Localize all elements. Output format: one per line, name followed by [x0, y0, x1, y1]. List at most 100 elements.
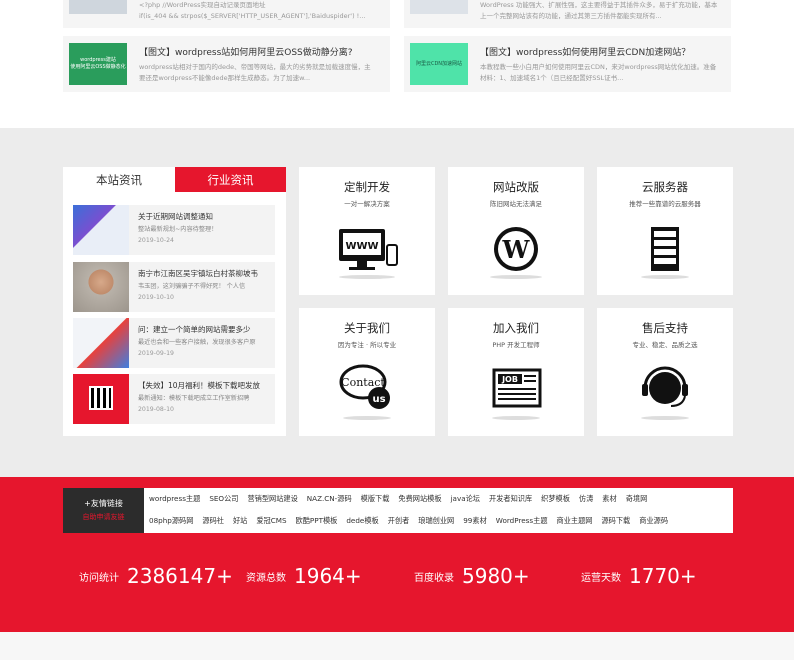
article-thumbnail[interactable] — [69, 0, 127, 14]
service-cloud-server[interactable]: 云服务器 推荐一些靠谱的云服务器 — [597, 167, 733, 295]
friend-link[interactable]: 奇境网 — [626, 494, 648, 503]
article-desc: wordpress站相对于国内的dede、帝国等网站，最大的劣势就是加载速度慢，… — [139, 63, 371, 82]
friend-link[interactable]: NAZ.CN-源码 — [307, 494, 352, 503]
friend-links-row: 08php源码网 源码社 好站 爱冠CMS 欧酷PPT模板 dede模板 开创者 琅瑞创业网 9… — [149, 516, 677, 526]
friend-link[interactable]: 营销型网站建设 — [247, 494, 297, 503]
article-thumbnail[interactable]: wordpress建站 使用阿里云OSS做静态化 — [69, 43, 127, 85]
stat-label: 百度收录 — [414, 572, 454, 584]
friend-link[interactable]: 99素材 — [463, 516, 487, 525]
stat-label: 运营天数 — [581, 572, 621, 584]
news-title[interactable]: 【失效】10月福利！模板下载吧发放 — [138, 380, 270, 391]
friend-link[interactable]: 素材 — [602, 494, 616, 503]
friend-link[interactable]: wordpress主题 — [149, 494, 200, 503]
www-computer-icon: WWW — [339, 229, 398, 279]
news-thumbnail[interactable] — [73, 318, 129, 368]
friend-links: +友情链接 自助申请友链 wordpress主题 SEO公司 营销型网站建设 NAZ.… — [63, 488, 733, 533]
service-subtitle: 陈旧网站无法满足 — [490, 200, 542, 208]
friend-link[interactable]: 08php源码网 — [149, 516, 193, 525]
news-item[interactable]: 【失效】10月福利！模板下载吧发放 最新通知：模板下载吧成立工作室新招聘 201… — [73, 374, 275, 424]
news-thumbnail[interactable] — [73, 262, 129, 312]
page-bottom — [0, 632, 794, 660]
news-desc: 最近也会和一些客户接触，发现很多客户原 — [138, 339, 256, 346]
friend-link[interactable]: 商业主题网 — [557, 516, 593, 525]
stat-label: 访问统计 — [79, 572, 119, 584]
news-date: 2019-09-19 — [138, 350, 174, 357]
stat-value: 5980+ — [462, 564, 530, 588]
wordpress-logo-icon: W — [490, 227, 542, 279]
tab-industry-news[interactable]: 行业资讯 — [175, 167, 286, 192]
friend-link[interactable]: 源码社 — [202, 516, 224, 525]
news-panel: 本站资讯 行业资讯 关于近期网站调整通知 整站最新规划~内容待整理！ 2019-… — [63, 167, 286, 436]
news-desc: 韦玉团，这刘骗骗子不得好死！ 个人信 — [138, 283, 246, 290]
friend-link[interactable]: 仿涛 — [579, 494, 593, 503]
news-date: 2019-10-24 — [138, 237, 174, 244]
service-after-sales[interactable]: 售后支持 专业、稳定、品质之选 — [597, 308, 733, 436]
stat-days: 运营天数 1770+ — [581, 564, 697, 588]
stat-value: 2386147+ — [127, 564, 233, 588]
article-list-section: <?php //WordPress实现自动记录页面地址 if(is_404 &&… — [0, 0, 794, 128]
article-thumbnail[interactable]: 阿里云CDN加速网站 — [410, 43, 468, 85]
friend-link[interactable]: java论坛 — [451, 494, 480, 503]
headset-support-icon — [641, 366, 689, 420]
service-title: 加入我们 — [493, 321, 539, 335]
article-desc: 本教程教一些小白用户如何使用阿里云CDN，来对wordpress网站优化加速。准… — [480, 63, 717, 82]
stat-value: 1770+ — [629, 564, 697, 588]
article-card[interactable]: <?php //WordPress实现自动记录页面地址 if(is_404 &&… — [63, 0, 390, 28]
friend-link[interactable]: 开发者知识库 — [489, 494, 532, 503]
news-item[interactable]: 南宁市江南区吴宇镇坛白村茶柳坡韦 韦玉团，这刘骗骗子不得好死！ 个人信 2019… — [73, 262, 275, 312]
article-title[interactable]: 【图文】wordpress站如何用阿里云OSS做动静分离? — [139, 45, 383, 58]
news-desc: 最新通知：模板下载吧成立工作室新招聘 — [138, 395, 250, 402]
news-thumbnail[interactable] — [73, 205, 129, 255]
article-thumbnail[interactable] — [410, 0, 468, 14]
friend-link[interactable]: 爱冠CMS — [256, 516, 286, 525]
news-date: 2019-10-10 — [138, 294, 174, 301]
friend-link[interactable]: SEO公司 — [209, 494, 238, 503]
news-title[interactable]: 关于近期网站调整通知 — [138, 211, 270, 222]
friend-link[interactable]: 欧酷PPT模板 — [296, 516, 338, 525]
news-thumbnail[interactable] — [73, 374, 129, 424]
svg-text:W: W — [502, 235, 531, 264]
friend-link[interactable]: 琅瑞创业网 — [418, 516, 454, 525]
service-title: 网站改版 — [493, 180, 539, 194]
server-rack-icon — [641, 227, 689, 279]
service-about-us[interactable]: 关于我们 因为专注 · 所以专业 Contact us — [299, 308, 435, 436]
stat-baidu-index: 百度收录 5980+ — [414, 564, 530, 588]
service-custom-dev[interactable]: 定制开发 一对一解决方案 WWW — [299, 167, 435, 295]
stat-value: 1964+ — [294, 564, 362, 588]
svg-text:JOB: JOB — [501, 375, 518, 384]
stat-resources: 资源总数 1964+ — [246, 564, 362, 588]
article-card[interactable]: 阿里云CDN加速网站 【图文】wordpress如何使用阿里云CDN加速网站？ … — [404, 36, 731, 92]
news-item[interactable]: 关于近期网站调整通知 整站最新规划~内容待整理！ 2019-10-24 — [73, 205, 275, 255]
service-subtitle: 推荐一些靠谱的云服务器 — [629, 200, 701, 208]
friend-link[interactable]: 源码下载 — [601, 516, 630, 525]
apply-friend-link[interactable]: 自助申请友链 — [63, 512, 144, 522]
news-date: 2019-08-10 — [138, 406, 174, 413]
service-join-us[interactable]: 加入我们 PHP 开发工程师 JOB — [448, 308, 584, 436]
job-newspaper-icon: JOB — [492, 368, 542, 420]
article-title[interactable]: 【图文】wordpress如何使用阿里云CDN加速网站？ — [480, 45, 724, 58]
news-title[interactable]: 问：建立一个简单的网站需要多少 — [138, 324, 270, 335]
friend-link[interactable]: 商业源码 — [639, 516, 668, 525]
friend-link[interactable]: dede模板 — [346, 516, 378, 525]
service-subtitle: 专业、稳定、品质之选 — [632, 341, 698, 349]
article-desc: WordPress 功能强大、扩展性强，这主要得益于其插件众多，易于扩充功能，基… — [480, 1, 718, 20]
news-item[interactable]: 问：建立一个简单的网站需要多少 最近也会和一些客户接触，发现很多客户原 2019… — [73, 318, 275, 368]
friend-link[interactable]: 开创者 — [388, 516, 410, 525]
friend-link[interactable]: 织梦模板 — [541, 494, 570, 503]
service-redesign[interactable]: 网站改版 陈旧网站无法满足 W — [448, 167, 584, 295]
friend-links-row: wordpress主题 SEO公司 营销型网站建设 NAZ.CN-源码 模版下载 免费网站… — [149, 494, 656, 504]
tab-site-news[interactable]: 本站资讯 — [63, 167, 175, 192]
article-card[interactable]: wordpress建站 使用阿里云OSS做静态化 【图文】wordpress站如… — [63, 36, 390, 92]
service-title: 定制开发 — [344, 180, 390, 194]
friend-link[interactable]: 免费网站模板 — [398, 494, 441, 503]
news-title[interactable]: 南宁市江南区吴宇镇坛白村茶柳坡韦 — [138, 268, 270, 279]
service-subtitle: 一对一解决方案 — [344, 200, 390, 208]
friend-link[interactable]: 好站 — [233, 516, 247, 525]
friend-link[interactable]: WordPress主题 — [496, 516, 548, 525]
stat-label: 资源总数 — [246, 572, 286, 584]
stat-visits: 访问统计 2386147+ — [79, 564, 233, 588]
friend-link[interactable]: 模版下载 — [361, 494, 390, 503]
qr-code-icon — [89, 386, 113, 410]
article-card[interactable]: WordPress 功能强大、扩展性强，这主要得益于其插件众多，易于扩充功能，基… — [404, 0, 731, 28]
service-subtitle: PHP 开发工程师 — [492, 341, 540, 349]
